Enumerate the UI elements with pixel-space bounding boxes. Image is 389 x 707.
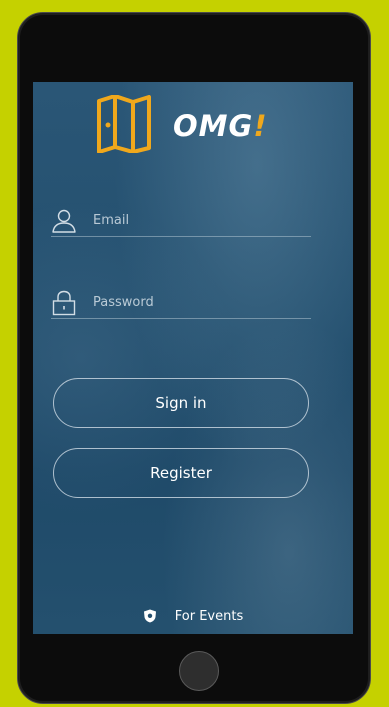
user-icon	[52, 209, 76, 233]
map-logo-icon	[97, 95, 151, 153]
shield-icon	[143, 609, 156, 623]
app-screen: OMG! Sign in Register For Events	[33, 82, 353, 634]
for-events-link[interactable]: For Events	[143, 609, 243, 624]
app-name-main: OMG	[173, 109, 254, 143]
app-name-suffix: !	[253, 109, 268, 143]
register-button[interactable]: Register	[53, 448, 309, 498]
password-field	[51, 286, 311, 319]
footer: For Events	[33, 604, 353, 628]
password-input[interactable]	[93, 290, 303, 314]
for-events-label: For Events	[174, 608, 244, 624]
lock-icon	[52, 290, 76, 316]
app-logo: OMG!	[95, 95, 295, 155]
app-name: OMG!	[173, 109, 268, 143]
email-field	[51, 204, 311, 237]
sign-in-button[interactable]: Sign in	[53, 378, 309, 428]
home-button[interactable]	[179, 651, 219, 691]
email-input[interactable]	[93, 208, 303, 232]
